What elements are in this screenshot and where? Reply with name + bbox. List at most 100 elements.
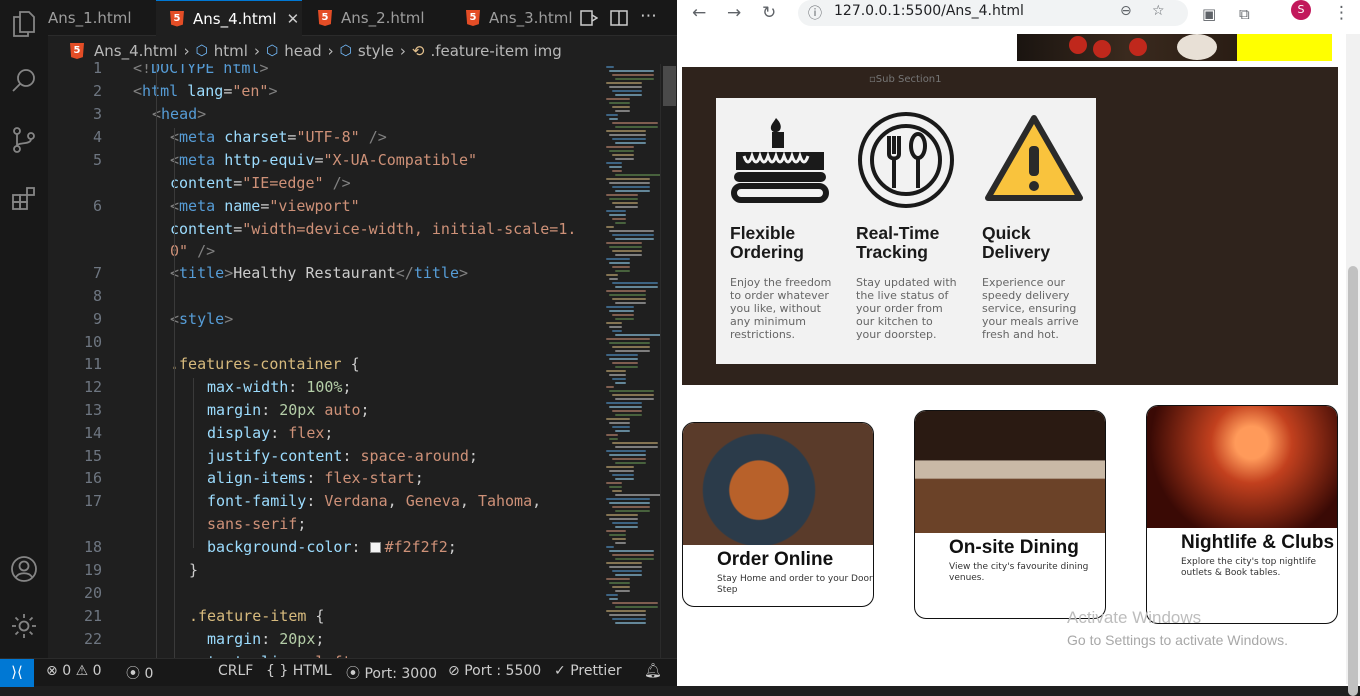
breadcrumb-item[interactable]: head [284,42,321,60]
minimap-line [615,494,660,496]
breadcrumb-item[interactable]: .feature-item img [430,42,561,60]
code-line[interactable]: margin: 20px auto; [207,401,370,419]
code-line[interactable]: sans-serif; [207,515,306,533]
reload-icon[interactable]: ↻ [762,3,776,23]
account-icon[interactable] [6,551,42,587]
close-icon[interactable]: ✕ [287,10,300,28]
minimap-line [606,114,618,116]
card-title: Nightlife & Clubs [1181,532,1335,553]
explorer-icon[interactable] [6,6,42,42]
open-changes-icon[interactable] [580,9,599,31]
code-line[interactable]: font-family: Verdana, Geneva, Tahoma, [207,492,541,510]
line-number: 22 [83,630,102,648]
code-token: lang [187,82,224,100]
code-line[interactable]: <meta http-equiv="X-UA-Compatible" [170,151,477,169]
code-line[interactable]: <html lang="en"> [133,82,278,100]
check-double-icon: ✓ [554,663,566,679]
minimap-line [615,318,634,320]
minimap-line [612,458,646,460]
code-token: /> [368,128,387,146]
extensions-icon[interactable] [6,180,42,216]
restaurant-interior-image [915,411,1105,533]
prettier-indicator[interactable]: ✓ Prettier [554,663,622,679]
minimap-line [606,98,630,100]
source-control-icon[interactable] [6,122,42,158]
chrome-menu-icon[interactable]: ⋮ [1333,3,1350,23]
breadcrumb-item[interactable]: style [358,42,394,60]
code-line[interactable]: <style> [170,310,233,328]
page-viewport: ▫Sub Section1 Flexible Ordering Enjoy th… [677,34,1346,686]
minimap-line [612,250,642,252]
more-actions-icon[interactable]: ⋯ [640,6,657,26]
code-token: "X-UA-Compatible" [323,151,478,169]
minimap-line [609,102,630,104]
code-line[interactable]: <meta name="viewport" [170,197,360,215]
code-token: ; [342,378,352,396]
code-line[interactable]: 0" /> [170,242,215,260]
extensions-puzzle-icon[interactable]: ⧉ [1239,5,1250,23]
code-line[interactable]: .features-container { [170,355,360,373]
card-onsite-dining[interactable]: On-site Dining View the city's favourite… [914,410,1106,619]
activity-bar [0,0,48,658]
code-token: = [260,197,270,215]
tab-ans-2[interactable]: 5 Ans_2.html [304,0,450,36]
minimap-line [612,474,634,476]
port-3000-indicator[interactable]: ⦿ Port: 3000 [346,663,437,683]
feature-text: Stay updated with the live status of you… [856,276,957,341]
code-line[interactable]: content="IE=edge" /> [170,174,351,192]
card-nightlife[interactable]: Nightlife & Clubs Explore the city's top… [1146,405,1338,624]
code-line[interactable]: <meta charset="UTF-8" /> [170,128,387,146]
bookmark-star-icon[interactable]: ☆ [1152,3,1165,19]
breadcrumb-item[interactable]: Ans_4.html [94,42,178,60]
reading-mode-icon[interactable]: ▣ [1202,5,1216,23]
minimap[interactable] [606,64,660,658]
ports-count: 0 [144,666,154,682]
code-line[interactable]: } [189,561,198,579]
problems-indicator[interactable]: ⊗ 0 ⚠ 0 [46,663,102,679]
breadcrumb-item[interactable]: html [214,42,248,60]
back-arrow-icon[interactable]: ← [692,3,706,23]
code-line[interactable]: display: flex; [207,424,333,442]
code-line[interactable]: .feature-item { [189,607,324,625]
code-token: { [341,355,360,373]
code-line[interactable]: max-width: 100%; [207,378,352,396]
remote-indicator-icon[interactable]: ⟩⟨ [0,659,34,687]
settings-gear-icon[interactable] [6,608,42,644]
language-indicator[interactable]: { } HTML [266,663,332,679]
notifications-bell-icon[interactable]: 🔔︎ [644,663,662,679]
zoom-icon[interactable]: ⊖ [1120,3,1132,19]
code-line[interactable]: <!DOCTYPE html> [133,64,268,77]
code-line[interactable]: <head> [152,105,206,123]
card-order-online[interactable]: Order Online Stay Home and order to your… [682,422,874,607]
tab-ans-1[interactable]: Ans_1.html [48,0,154,36]
eol-indicator[interactable]: CRLF [218,663,253,679]
live-server-indicator[interactable]: ⊘ Port : 5500 [448,663,541,679]
line-number: 14 [83,424,102,442]
code-line[interactable]: background-color: #f2f2f2; [207,538,457,556]
profile-avatar[interactable]: S [1291,0,1311,20]
scrollbar-thumb[interactable] [663,66,676,106]
split-editor-icon[interactable] [610,9,628,31]
code-line[interactable]: <title>Healthy Restaurant</title> [170,264,468,282]
code-editor[interactable]: <!DOCTYPE html> <html lang="en"> <head> <me… [133,64,603,658]
code-line[interactable]: margin: 20px; [207,630,324,648]
editor-scrollbar[interactable] [660,64,677,658]
page-scrollbar[interactable] [1346,34,1360,696]
code-token: Verdana [324,492,388,510]
address-bar[interactable]: ⓘ 127.0.0.1:5500/Ans_4.html ⊖ ☆ [798,0,1188,26]
site-info-icon[interactable]: ⓘ [808,3,822,23]
tab-ans-3[interactable]: 5 Ans_3.html [452,0,580,36]
minimap-line [615,302,646,304]
search-icon[interactable] [6,62,42,98]
ports-indicator[interactable]: ⦿ 0 [126,663,153,683]
tab-ans-4[interactable]: 5 Ans_4.html ✕ [156,0,302,36]
code-line[interactable]: align-items: flex-start; [207,469,424,487]
scrollbar-thumb[interactable] [1348,266,1358,696]
code-line[interactable]: justify-content: space-around; [207,447,478,465]
forward-arrow-icon[interactable]: → [727,3,741,23]
minimap-line [606,274,618,276]
minimap-line [609,182,650,184]
minimap-line [615,446,658,448]
minimap-line [606,242,642,244]
code-line[interactable]: content="width=device-width, initial-sca… [170,220,576,238]
